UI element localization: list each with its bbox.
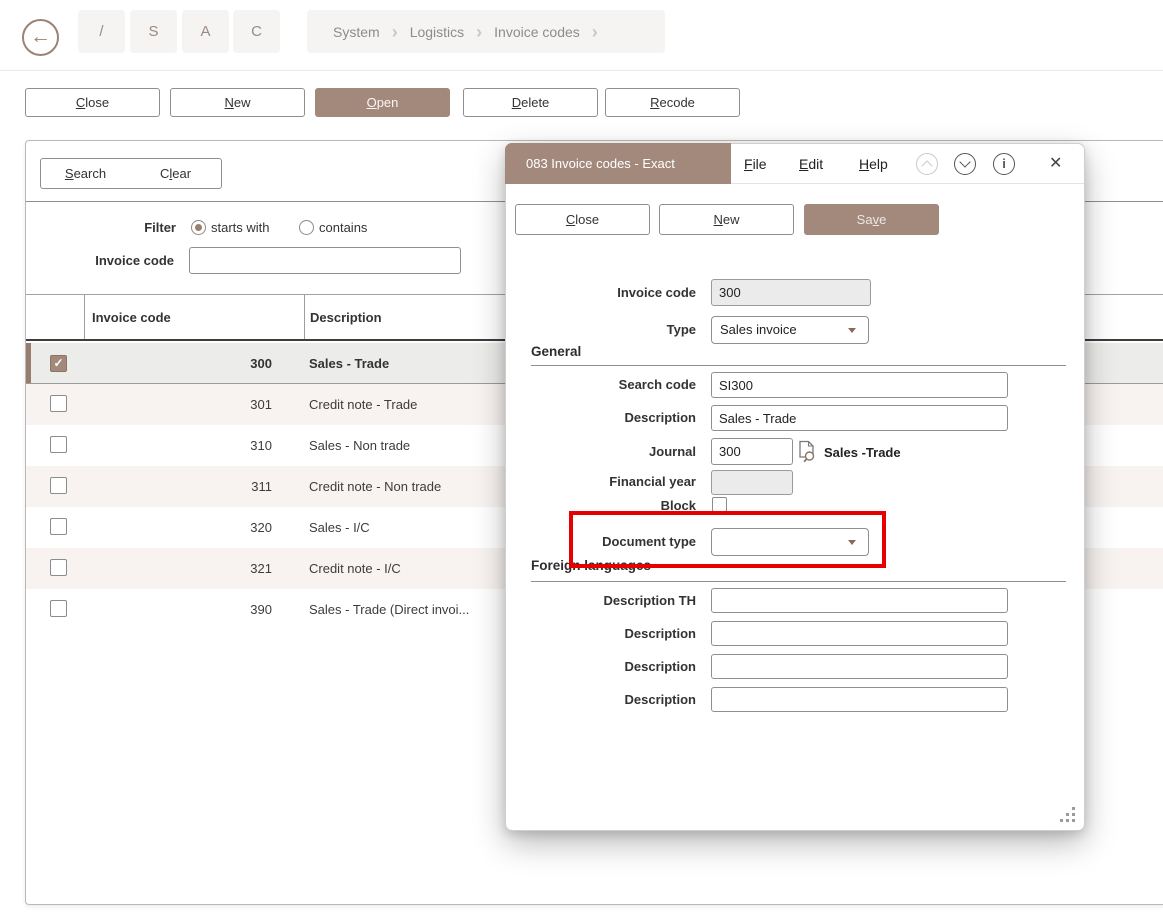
invoice-code-column-header[interactable]: Invoice code xyxy=(84,295,304,339)
invoice-code-filter-label: Invoice code xyxy=(26,253,174,268)
info-icon[interactable]: i xyxy=(993,153,1015,175)
description-4-input[interactable] xyxy=(711,687,1008,712)
row-checkbox-cell: ✓ xyxy=(26,355,84,372)
breadcrumb-system[interactable]: System xyxy=(333,24,380,40)
breadcrumb-logistics[interactable]: Logistics xyxy=(410,24,464,40)
search-code-label: Search code xyxy=(506,377,696,392)
dialog-close-button[interactable]: Close xyxy=(515,204,650,235)
description-2-label: Description xyxy=(506,626,696,641)
row-checkbox[interactable] xyxy=(50,477,67,494)
divider xyxy=(531,581,1066,582)
document-type-label: Document type xyxy=(506,534,696,549)
divider xyxy=(0,70,1163,71)
invoice-code-cell: 310 xyxy=(84,438,272,453)
open-button[interactable]: Open xyxy=(315,88,450,117)
back-icon[interactable]: ← xyxy=(22,19,59,56)
description-3-label: Description xyxy=(506,659,696,674)
row-checkbox[interactable]: ✓ xyxy=(50,355,67,372)
description-2-input[interactable] xyxy=(711,621,1008,646)
chevron-right-icon: › xyxy=(592,23,598,41)
journal-label: Journal xyxy=(506,444,696,459)
quick-menu-button-c[interactable]: C xyxy=(233,10,280,53)
invoice-code-cell: 390 xyxy=(84,602,272,617)
invoice-code-input xyxy=(711,279,871,306)
invoice-code-cell: 300 xyxy=(84,356,272,371)
collapse-icon[interactable] xyxy=(916,153,938,175)
dropdown-arrow-icon xyxy=(848,328,856,333)
breadcrumb-invoice-codes[interactable]: Invoice codes xyxy=(494,24,580,40)
filter-starts-with-radio[interactable] xyxy=(191,220,206,235)
search-button[interactable]: Search xyxy=(40,158,131,189)
invoice-code-label: Invoice code xyxy=(506,285,696,300)
description-4-label: Description xyxy=(506,692,696,707)
filter-contains-radio[interactable] xyxy=(299,220,314,235)
row-checkbox-cell xyxy=(26,436,84,456)
menu-edit[interactable]: Edit xyxy=(799,144,823,184)
row-checkbox[interactable] xyxy=(50,600,67,617)
invoice-code-filter-input[interactable] xyxy=(189,247,461,274)
row-checkbox[interactable] xyxy=(50,436,67,453)
block-label: Block xyxy=(506,498,696,513)
close-window-icon[interactable]: ✕ xyxy=(1049,152,1062,176)
resize-grip[interactable] xyxy=(1060,807,1076,823)
foreign-languages-section-header: Foreign languages xyxy=(531,558,651,573)
filter-contains-label[interactable]: contains xyxy=(319,220,367,235)
row-checkbox-cell xyxy=(26,477,84,497)
description-th-input[interactable] xyxy=(711,588,1008,613)
clear-button[interactable]: Clear xyxy=(130,158,222,189)
invoice-code-edit-dialog: 083 Invoice codes - Exact File Edit Help… xyxy=(505,143,1085,831)
journal-linked-description: Sales -Trade xyxy=(824,445,901,460)
new-button[interactable]: New xyxy=(170,88,305,117)
dialog-title: 083 Invoice codes - Exact xyxy=(505,143,731,184)
financial-year-input xyxy=(711,470,793,495)
expand-icon[interactable] xyxy=(954,153,976,175)
chevron-right-icon: › xyxy=(476,23,482,41)
invoice-code-cell: 320 xyxy=(84,520,272,535)
type-label: Type xyxy=(506,322,696,337)
dialog-titlebar[interactable]: 083 Invoice codes - Exact File Edit Help… xyxy=(506,144,1084,184)
row-checkbox-cell xyxy=(26,395,84,415)
dropdown-arrow-icon xyxy=(848,540,856,545)
filter-starts-with-label[interactable]: starts with xyxy=(211,220,270,235)
description-input[interactable] xyxy=(711,405,1008,431)
delete-button[interactable]: Delete xyxy=(463,88,598,117)
quick-menu-button-s[interactable]: S xyxy=(130,10,177,53)
description-label: Description xyxy=(506,410,696,425)
recode-button[interactable]: Recode xyxy=(605,88,740,117)
menu-file[interactable]: File xyxy=(744,144,767,184)
description-th-label: Description TH xyxy=(506,593,696,608)
browse-journal-icon[interactable] xyxy=(797,440,817,468)
top-navigation-bar: ← / S A C System › Logistics › Invoice c… xyxy=(0,0,1163,70)
general-section-header: General xyxy=(531,344,581,359)
chevron-right-icon: › xyxy=(392,23,398,41)
search-code-input[interactable] xyxy=(711,372,1008,398)
invoice-code-cell: 301 xyxy=(84,397,272,412)
menu-help[interactable]: Help xyxy=(859,144,888,184)
divider xyxy=(531,365,1066,366)
close-button[interactable]: Close xyxy=(25,88,160,117)
invoice-code-cell: 311 xyxy=(84,479,272,494)
row-checkbox[interactable] xyxy=(50,518,67,535)
row-checkbox[interactable] xyxy=(50,395,67,412)
row-checkbox-cell xyxy=(26,559,84,579)
description-3-input[interactable] xyxy=(711,654,1008,679)
row-checkbox-cell xyxy=(26,600,84,620)
quick-menu-button-a[interactable]: A xyxy=(182,10,229,53)
invoice-code-cell: 321 xyxy=(84,561,272,576)
breadcrumb: System › Logistics › Invoice codes › xyxy=(307,10,665,53)
row-checkbox-cell xyxy=(26,518,84,538)
row-checkbox[interactable] xyxy=(50,559,67,576)
journal-input[interactable] xyxy=(711,438,793,465)
document-type-dropdown[interactable] xyxy=(711,528,869,556)
dialog-save-button[interactable]: Save xyxy=(804,204,939,235)
app-window: ← / S A C System › Logistics › Invoice c… xyxy=(0,0,1163,919)
type-dropdown[interactable]: Sales invoice xyxy=(711,316,869,344)
filter-label: Filter xyxy=(26,220,176,235)
block-checkbox[interactable] xyxy=(712,497,727,512)
dialog-new-button[interactable]: New xyxy=(659,204,794,235)
financial-year-label: Financial year xyxy=(506,474,696,489)
quick-menu-button-root[interactable]: / xyxy=(78,10,125,53)
